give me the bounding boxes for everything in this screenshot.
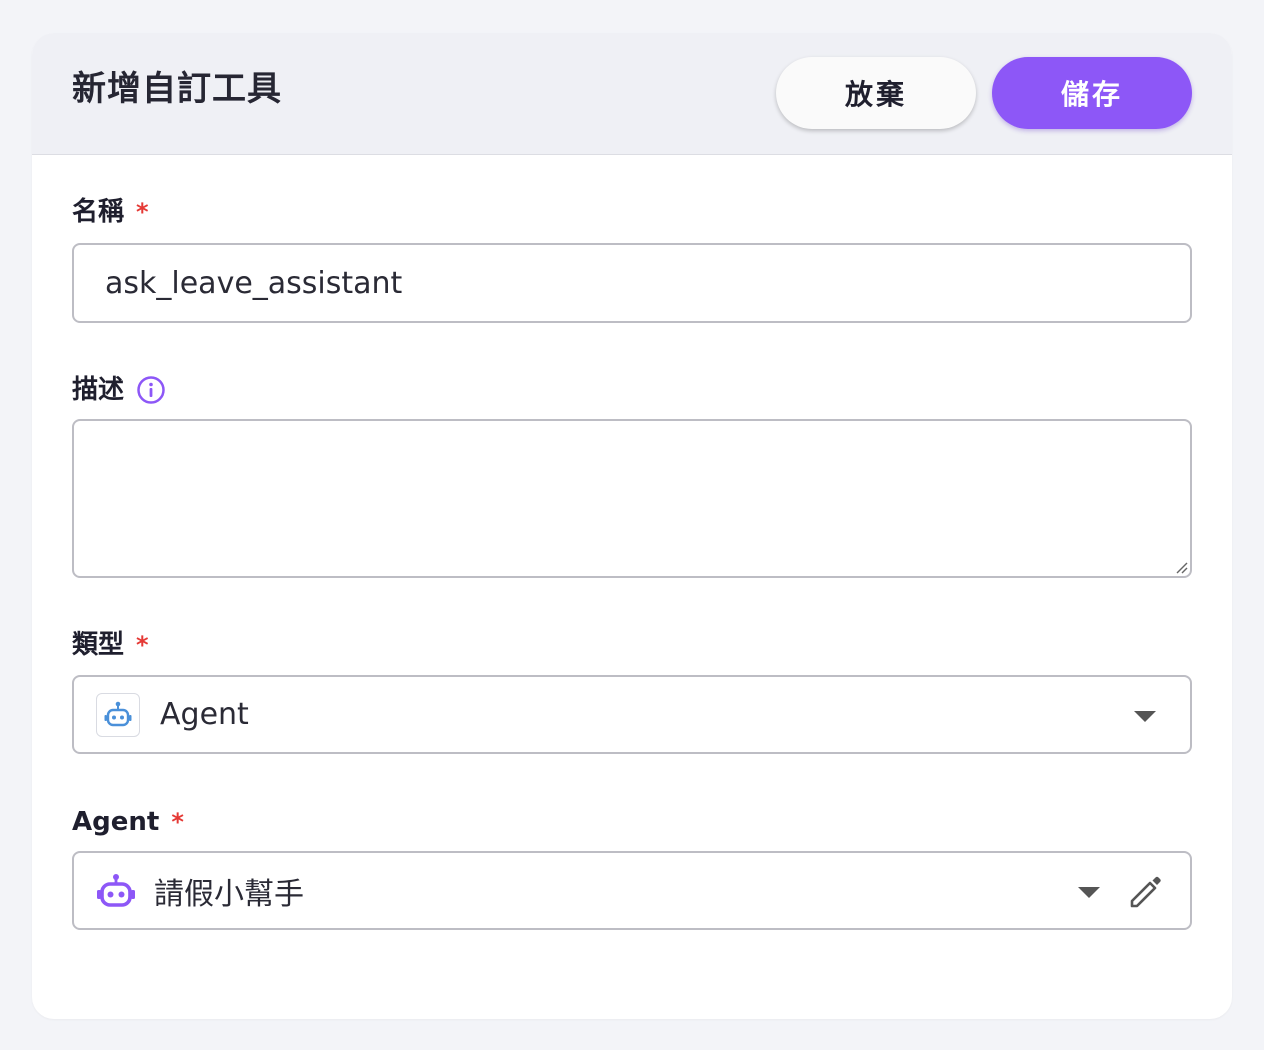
name-field-box[interactable] [72, 243, 1192, 323]
save-button[interactable]: 儲存 [992, 57, 1192, 129]
chevron-down-icon[interactable] [1134, 711, 1156, 722]
chevron-down-icon[interactable] [1078, 887, 1100, 898]
discard-button[interactable]: 放棄 [776, 57, 976, 129]
name-input[interactable] [105, 265, 1190, 301]
info-icon[interactable] [136, 375, 166, 405]
robot-icon [97, 873, 135, 907]
form-header: 新增自訂工具 放棄 儲存 [32, 33, 1232, 155]
page-title: 新增自訂工具 [72, 69, 282, 109]
required-mark: * [136, 631, 149, 659]
description-label: 描述 [72, 373, 166, 407]
agent-select[interactable]: 請假小幫手 [72, 851, 1192, 930]
pencil-icon[interactable] [1126, 873, 1164, 911]
agent-select-value: 請假小幫手 [154, 876, 304, 912]
required-mark: * [136, 198, 149, 226]
description-label-text: 描述 [72, 375, 125, 405]
resize-grip-icon[interactable] [1174, 560, 1188, 574]
required-mark: * [171, 808, 184, 836]
agent-icon-frame [96, 871, 136, 911]
robot-icon [104, 701, 132, 726]
name-label-text: 名稱 [72, 197, 125, 227]
description-field-box[interactable] [72, 419, 1192, 578]
type-select[interactable]: Agent [72, 675, 1192, 754]
type-label-text: 類型 [72, 630, 125, 660]
type-label: 類型 * [72, 628, 149, 662]
agent-label-text: Agent [72, 807, 160, 837]
custom-tool-form-card: 新增自訂工具 放棄 儲存 名稱 * 描述 類型 * [32, 33, 1232, 1019]
name-label: 名稱 * [72, 195, 149, 229]
type-select-value: Agent [160, 697, 249, 732]
type-icon-frame [96, 692, 140, 737]
agent-label: Agent * [72, 805, 184, 839]
description-textarea[interactable] [74, 421, 1190, 576]
